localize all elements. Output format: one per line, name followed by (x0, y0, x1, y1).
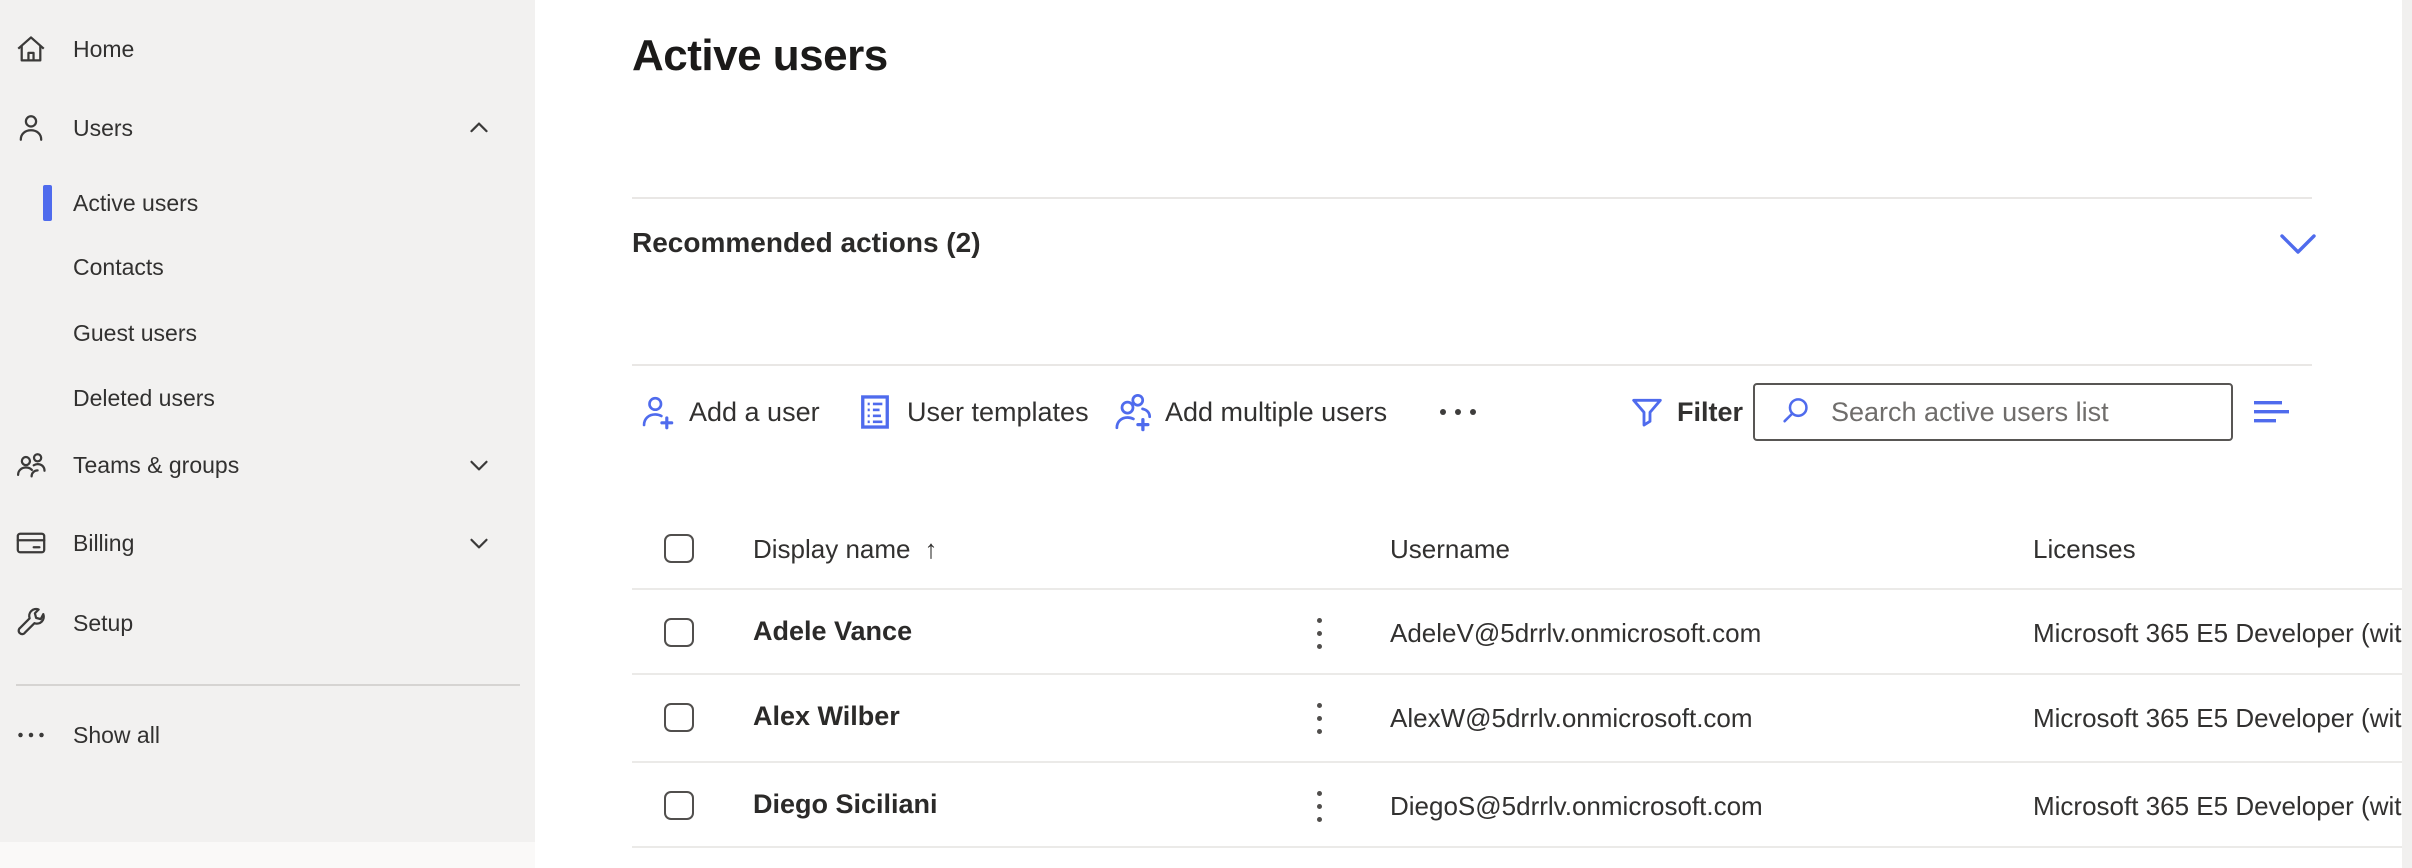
search-icon (1777, 393, 1815, 431)
display-name-link[interactable]: Diego Siciliani (753, 789, 938, 820)
username-cell: AlexW@5drrlv.onmicrosoft.com (1390, 703, 1753, 734)
licenses-cell: Microsoft 365 E5 Developer (withou (2033, 703, 2403, 734)
table-header-row: Display name↑ Username Licenses (535, 508, 2412, 590)
user-templates-icon (853, 390, 897, 434)
sidebar: Home Users Active users Contacts (0, 0, 535, 868)
column-header-display-name[interactable]: Display name↑ (753, 534, 938, 565)
row-checkbox[interactable] (664, 703, 694, 732)
sidebar-item-deleted-users[interactable]: Deleted users (0, 373, 535, 423)
add-multiple-users-label: Add multiple users (1165, 397, 1387, 428)
username-cell: DiegoS@5drrlv.onmicrosoft.com (1390, 791, 1763, 822)
add-user-label: Add a user (689, 397, 820, 428)
licenses-cell: Microsoft 365 E5 Developer (withou (2033, 791, 2403, 822)
m365-admin-active-users-screen: Home Users Active users Contacts (0, 0, 2412, 868)
sidebar-item-label: Home (73, 36, 134, 63)
row-checkbox[interactable] (664, 791, 694, 820)
table-row[interactable]: Diego Siciliani DiegoS@5drrlv.onmicrosof… (535, 763, 2412, 847)
selected-indicator (43, 185, 52, 221)
wrench-icon (13, 605, 49, 641)
select-all-checkbox[interactable] (664, 534, 694, 563)
sidebar-item-label: Users (73, 115, 133, 142)
sidebar-divider (16, 684, 520, 686)
sidebar-item-show-all[interactable]: Show all (0, 710, 535, 760)
credit-card-icon (13, 525, 49, 561)
sidebar-item-contacts[interactable]: Contacts (0, 242, 535, 292)
user-templates-button[interactable]: User templates (853, 386, 1089, 438)
chevron-down-icon (462, 526, 496, 560)
sidebar-item-label: Show all (73, 722, 160, 749)
column-header-username: Username (1390, 534, 1510, 565)
section-divider (632, 197, 2312, 199)
add-user-button[interactable]: Add a user (635, 386, 820, 438)
vertical-scrollbar[interactable] (2402, 0, 2412, 868)
sidebar-item-label: Guest users (73, 320, 197, 347)
sort-lines-icon[interactable] (2253, 395, 2299, 431)
display-name-link[interactable]: Adele Vance (753, 616, 912, 647)
sidebar-item-label: Active users (73, 190, 198, 217)
recommended-actions-heading: Recommended actions (2) (632, 227, 981, 259)
more-actions-icon[interactable] (1297, 610, 1341, 656)
sidebar-item-home[interactable]: Home (0, 24, 535, 74)
filter-label: Filter (1677, 397, 1743, 428)
add-multiple-users-button[interactable]: Add multiple users (1111, 386, 1387, 438)
sidebar-item-guest-users[interactable]: Guest users (0, 308, 535, 358)
chevron-up-icon (462, 111, 496, 145)
sidebar-item-label: Billing (73, 530, 134, 557)
section-divider (632, 364, 2312, 366)
sidebar-item-label: Contacts (73, 254, 164, 281)
sidebar-item-active-users[interactable]: Active users (0, 178, 535, 228)
search-box (1753, 383, 2233, 441)
sidebar-footer (0, 842, 535, 868)
main-content: Active users Recommended actions (2) Add… (535, 0, 2412, 868)
search-input[interactable] (1831, 397, 2221, 428)
username-cell: AdeleV@5drrlv.onmicrosoft.com (1390, 618, 1761, 649)
sidebar-item-users[interactable]: Users (0, 103, 535, 153)
sidebar-item-label: Deleted users (73, 385, 215, 412)
more-actions-icon[interactable] (1297, 695, 1341, 741)
ellipsis-icon (13, 717, 49, 753)
sidebar-item-setup[interactable]: Setup (0, 598, 535, 648)
home-icon (13, 31, 49, 67)
sidebar-item-billing[interactable]: Billing (0, 518, 535, 568)
table-row[interactable]: Adele Vance AdeleV@5drrlv.onmicrosoft.co… (535, 590, 2412, 674)
table-row[interactable]: Alex Wilber AlexW@5drrlv.onmicrosoft.com… (535, 675, 2412, 759)
person-icon (13, 110, 49, 146)
row-checkbox[interactable] (664, 618, 694, 647)
licenses-cell: Microsoft 365 E5 Developer (withou (2033, 618, 2403, 649)
recommended-actions-expand-button[interactable] (2279, 232, 2317, 256)
sidebar-item-teams-groups[interactable]: Teams & groups (0, 440, 535, 490)
people-icon (13, 447, 49, 483)
sidebar-item-label: Setup (73, 610, 133, 637)
more-actions-icon[interactable] (1297, 783, 1341, 829)
column-header-licenses: Licenses (2033, 534, 2136, 565)
row-divider (632, 846, 2402, 848)
user-templates-label: User templates (907, 397, 1089, 428)
sort-ascending-arrow: ↑ (925, 534, 938, 564)
display-name-link[interactable]: Alex Wilber (753, 701, 900, 732)
overflow-dots-icon (1440, 409, 1446, 415)
chevron-down-icon (462, 448, 496, 482)
page-title: Active users (632, 31, 888, 81)
filter-funnel-icon (1625, 390, 1669, 434)
toolbar-overflow-button[interactable] (1440, 386, 1476, 438)
filter-button[interactable]: Filter (1625, 386, 1743, 438)
sidebar-item-label: Teams & groups (73, 452, 239, 479)
add-multiple-users-icon (1111, 390, 1155, 434)
add-person-icon (635, 390, 679, 434)
